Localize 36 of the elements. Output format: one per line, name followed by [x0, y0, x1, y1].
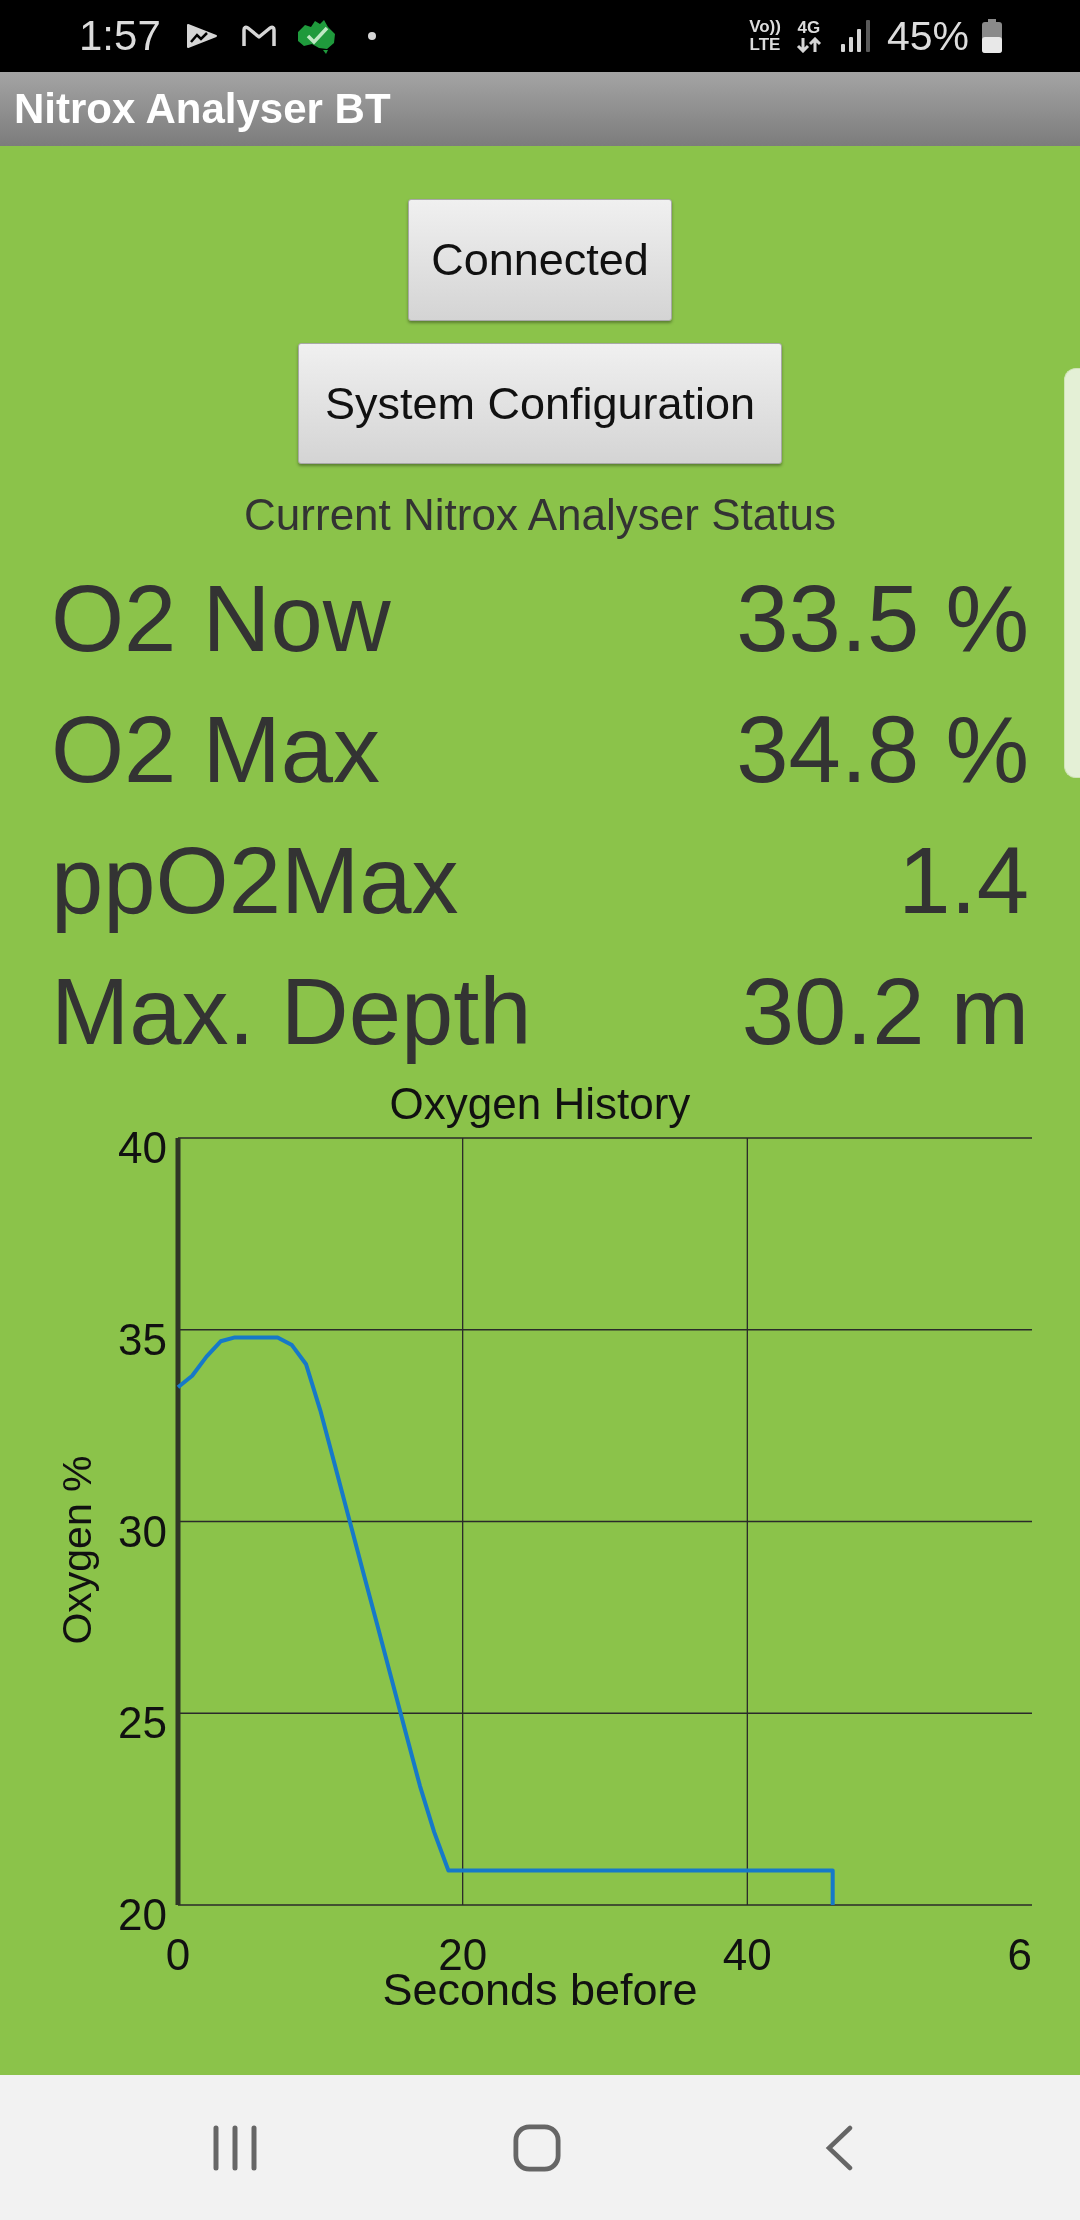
reading-label: O2 Now	[51, 564, 391, 673]
dot-icon	[367, 32, 376, 40]
signal-icon	[839, 20, 871, 52]
network-type-label: 4G	[797, 19, 821, 37]
configuration-button[interactable]: System Configuration	[297, 343, 783, 464]
y-tick-label: 40	[118, 1123, 167, 1172]
status-time: 1:57	[79, 15, 161, 57]
reading-value: 34.8 %	[736, 695, 1029, 804]
home-icon[interactable]	[513, 2123, 561, 2172]
back-icon[interactable]	[825, 2124, 853, 2171]
reading-label: Max. Depth	[51, 957, 532, 1066]
x-tick-label: 0	[165, 1930, 191, 1979]
reading-value: 30.2 m	[741, 957, 1029, 1066]
connect-button[interactable]: Connected	[408, 199, 672, 321]
y-tick-label: 20	[118, 1890, 167, 1939]
network-type-label: Vo))	[749, 18, 781, 36]
battery-icon	[981, 19, 1003, 53]
chart-title: Oxygen History	[389, 1079, 691, 1128]
x-tick-label: 40	[722, 1930, 772, 1979]
y-tick-label: 30	[118, 1506, 167, 1556]
y-axis-label: Oxygen %	[54, 1455, 100, 1645]
play-chart-icon	[185, 23, 218, 49]
battery-percent: 45%	[886, 15, 969, 57]
y-tick-label: 35	[118, 1314, 167, 1364]
data-arrows-icon	[795, 37, 822, 53]
network-type-label: LTE	[749, 36, 781, 54]
reading-label: ppO2Max	[51, 826, 459, 935]
y-tick-label: 25	[118, 1698, 167, 1748]
mail-icon	[240, 23, 277, 49]
reading-label: O2 Max	[51, 695, 381, 804]
app-title: Nitrox Analyser BT	[14, 85, 391, 133]
reading-value: 1.4	[898, 826, 1029, 935]
recent-apps-icon[interactable]	[213, 2124, 257, 2171]
status-heading: Current Nitrox Analyser Status	[244, 490, 836, 540]
x-tick-label: 6	[1007, 1930, 1032, 1979]
reading-value: 33.5 %	[736, 564, 1029, 673]
